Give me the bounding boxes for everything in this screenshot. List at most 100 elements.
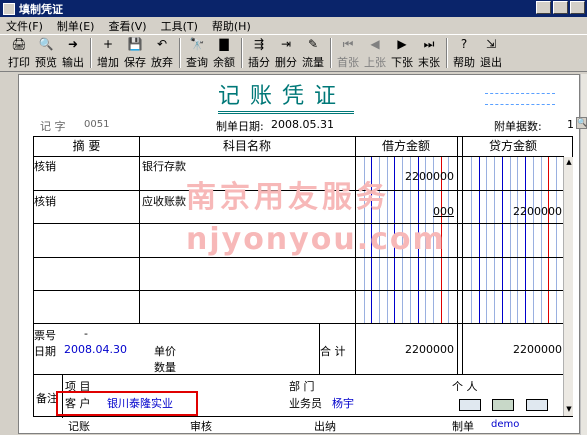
toolbar-button-14[interactable]: ⏭ 末张 bbox=[416, 36, 442, 70]
toolbar-button-1[interactable]: 🔍 预览 bbox=[33, 36, 59, 70]
digit-separator bbox=[525, 156, 526, 323]
toolbar-separator bbox=[241, 38, 243, 68]
toolbar-label: 下张 bbox=[391, 56, 413, 69]
toolbar-button-2[interactable]: ➜ 输出 bbox=[60, 36, 86, 70]
toolbar-button-15[interactable]: ? 帮助 bbox=[451, 36, 477, 70]
close-button[interactable] bbox=[570, 1, 585, 14]
voucher-date[interactable]: 2008.05.31 bbox=[271, 118, 334, 131]
row2-summary[interactable]: 核销 bbox=[34, 193, 56, 209]
person-label: 个 人 bbox=[452, 380, 478, 393]
toolbar-label: 删分 bbox=[275, 56, 297, 69]
date-label: 日期 bbox=[34, 345, 56, 358]
toolbar-separator bbox=[330, 38, 332, 68]
column-summary-header: 摘 要 bbox=[72, 139, 101, 153]
voucher-date-label: 制单日期: bbox=[216, 120, 264, 133]
voucher-number[interactable]: 0051 bbox=[84, 119, 109, 130]
ticket-label: 票号 bbox=[34, 329, 56, 342]
insert-row-icon: ⇶ bbox=[253, 37, 265, 51]
toolbar: 🖨 打印 🔍 预览 ➜ 输出 + 增加 💾 保存 ↶ 放弃 🔭 查询 ▇ 余额 ⇶ 插分 ⇥ 删分 ✎ 流量 ⏮ 首张 ◀ 上张 ▶… bbox=[0, 34, 587, 72]
tools-icon[interactable] bbox=[526, 399, 548, 411]
toolbar-label: 预览 bbox=[35, 56, 57, 69]
add-icon: + bbox=[102, 37, 114, 51]
row2-account[interactable]: 应收账款 bbox=[142, 193, 186, 209]
customer-highlight-box bbox=[56, 391, 198, 416]
voucher-title: 记账凭证 bbox=[218, 83, 354, 114]
row1-summary[interactable]: 核销 bbox=[34, 158, 56, 174]
toolbar-button-0[interactable]: 🖨 打印 bbox=[6, 36, 32, 70]
credit-digit-lines bbox=[463, 156, 564, 323]
toolbar-label: 增加 bbox=[97, 56, 119, 69]
export-icon: ➜ bbox=[67, 37, 79, 51]
row2-credit[interactable]: 2200000 bbox=[513, 205, 562, 218]
salesperson-value[interactable]: 杨宇 bbox=[332, 395, 354, 411]
toolbar-button-3[interactable]: + 增加 bbox=[95, 36, 121, 70]
grid-scrollbar[interactable]: ▲ ▼ bbox=[563, 157, 573, 416]
toolbar-separator bbox=[446, 38, 448, 68]
cashier-label: 出纳 bbox=[314, 420, 336, 433]
toolbar-label: 流量 bbox=[302, 56, 324, 69]
total-label: 合 计 bbox=[320, 345, 346, 358]
app-icon bbox=[3, 2, 15, 15]
watermark-url: njyonyou.com bbox=[186, 222, 446, 257]
salesperson-label: 业务员 bbox=[289, 397, 322, 410]
voucher-type-label[interactable]: 记 字 bbox=[40, 118, 66, 134]
total-credit: 2200000 bbox=[513, 343, 562, 356]
attachments-label: 附单据数: bbox=[494, 120, 542, 133]
menu-view[interactable]: 查看(V) bbox=[108, 18, 146, 34]
watermark-text: 南京用友服务 bbox=[186, 180, 390, 215]
attachments-value[interactable]: 1 bbox=[567, 118, 574, 131]
save-icon: 💾 bbox=[127, 37, 143, 51]
menu-voucher[interactable]: 制单(E) bbox=[57, 18, 95, 34]
price-label: 单价 bbox=[154, 345, 176, 358]
first-record-icon: ⏮ bbox=[342, 37, 354, 51]
ticket-value[interactable]: - bbox=[84, 327, 88, 340]
toolbar-label: 首张 bbox=[337, 56, 359, 69]
preview-icon: 🔍 bbox=[38, 37, 54, 51]
next-record-icon: ▶ bbox=[397, 37, 407, 51]
digit-separator bbox=[502, 156, 503, 323]
posting-label: 记账 bbox=[68, 420, 90, 433]
scroll-up-icon[interactable]: ▲ bbox=[564, 157, 574, 167]
cashflow-icon: ✎ bbox=[307, 37, 319, 51]
toolbar-separator bbox=[179, 38, 181, 68]
toolbar-button-10[interactable]: ✎ 流量 bbox=[300, 36, 326, 70]
toolbar-label: 上张 bbox=[364, 56, 386, 69]
row1-debit[interactable]: 2200000 bbox=[405, 170, 454, 183]
exit-icon: ⇲ bbox=[485, 37, 497, 51]
toolbar-label: 插分 bbox=[248, 56, 270, 69]
menu-tools[interactable]: 工具(T) bbox=[161, 18, 198, 34]
toolbar-button-11[interactable]: ⏮ 首张 bbox=[335, 36, 361, 70]
toolbar-label: 输出 bbox=[62, 56, 84, 69]
toolbar-label: 放弃 bbox=[151, 56, 173, 69]
toolbar-button-12[interactable]: ◀ 上张 bbox=[362, 36, 388, 70]
toolbar-button-16[interactable]: ⇲ 退出 bbox=[478, 36, 504, 70]
menu-help[interactable]: 帮助(H) bbox=[212, 18, 251, 34]
window-title: 填制凭证 bbox=[19, 2, 63, 16]
preparer-label: 制单 bbox=[452, 420, 474, 433]
digit-separator bbox=[494, 156, 495, 323]
toolbar-button-13[interactable]: ▶ 下张 bbox=[389, 36, 415, 70]
decor-dash-line bbox=[485, 104, 555, 105]
row1-account[interactable]: 银行存款 bbox=[142, 158, 186, 174]
toolbar-button-7[interactable]: ▇ 余额 bbox=[211, 36, 237, 70]
column-debit-header: 借方金额 bbox=[381, 139, 430, 153]
menu-file[interactable]: 文件(F) bbox=[6, 18, 43, 34]
toolbar-button-6[interactable]: 🔭 查询 bbox=[184, 36, 210, 70]
lookup-icon[interactable]: 🔍 bbox=[576, 117, 587, 129]
window-controls bbox=[536, 1, 585, 14]
minimize-button[interactable] bbox=[536, 1, 551, 14]
date-value[interactable]: 2008.04.30 bbox=[64, 343, 127, 356]
card-icon[interactable] bbox=[459, 399, 481, 411]
monitor-icon[interactable] bbox=[492, 399, 514, 411]
menu-bar: 文件(F) 制单(E) 查看(V) 工具(T) 帮助(H) bbox=[0, 17, 587, 34]
scroll-down-icon[interactable]: ▼ bbox=[564, 404, 574, 414]
toolbar-button-5[interactable]: ↶ 放弃 bbox=[149, 36, 175, 70]
department-label: 部 门 bbox=[289, 380, 315, 393]
toolbar-button-4[interactable]: 💾 保存 bbox=[122, 36, 148, 70]
toolbar-button-9[interactable]: ⇥ 删分 bbox=[273, 36, 299, 70]
toolbar-button-8[interactable]: ⇶ 插分 bbox=[246, 36, 272, 70]
undo-icon: ↶ bbox=[156, 37, 168, 51]
digit-separator bbox=[471, 156, 472, 323]
maximize-button[interactable] bbox=[553, 1, 568, 14]
row2-debit[interactable]: 000 bbox=[433, 205, 454, 218]
